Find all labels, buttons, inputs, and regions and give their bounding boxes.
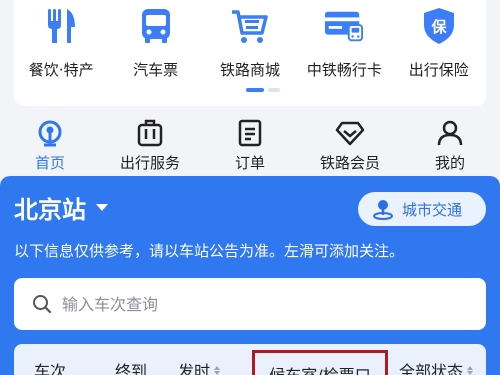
city-transport-label: 城市交通 (402, 200, 463, 219)
col-gate: 候车室/检票口 (252, 350, 388, 375)
sort-icon (467, 365, 474, 375)
services-card: 餐饮·特产 汽车票 铁路商城 中铁畅行卡 保 出行保险 (14, 0, 486, 106)
service-bus[interactable]: 汽车票 (108, 6, 202, 80)
col-gate-label: 候车室/检票口 (269, 362, 370, 375)
status-filter[interactable]: 全部状态 (399, 344, 474, 375)
service-food[interactable]: 餐饮·特产 (14, 6, 108, 80)
user-icon (434, 118, 466, 148)
col-train-label: 车次 (34, 362, 67, 375)
station-name: 北京站 (14, 196, 86, 224)
table-header: 车次 终到 发时 候车室/检票口 全部状态 (14, 344, 486, 375)
rail-card-icon (324, 6, 364, 46)
caret-down-icon (96, 204, 108, 211)
railway-home-icon (34, 118, 66, 148)
service-label: 中铁畅行卡 (306, 61, 382, 79)
search-icon (32, 294, 52, 314)
col-depart[interactable]: 发时 (178, 344, 221, 375)
nav-home[interactable]: 首页 (0, 114, 100, 176)
service-label: 出行保险 (408, 61, 469, 79)
indicator-dot-active (246, 88, 264, 92)
nav-label: 我的 (434, 154, 465, 172)
nav-label: 首页 (34, 154, 65, 172)
briefcase-icon (134, 118, 166, 148)
nav-label: 出行服务 (119, 154, 180, 172)
notice-text: 以下信息仅供参考，请以车站公告为准。左滑可添加关注。 (14, 242, 405, 260)
nav-label: 铁路会员 (319, 154, 380, 172)
nav-orders[interactable]: 订单 (200, 114, 300, 176)
shopping-cart-icon (230, 6, 270, 46)
main-nav: 首页 出行服务 订单 铁路会员 我的 (0, 114, 500, 176)
service-insurance[interactable]: 保 出行保险 (392, 6, 486, 80)
nav-mine[interactable]: 我的 (400, 114, 500, 176)
status-filter-label: 全部状态 (399, 362, 464, 375)
station-panel: 北京站 城市交通 以下信息仅供参考，请以车站公告为准。左滑可添加关注。 车次 终… (0, 176, 500, 375)
col-destination: 终到 (115, 344, 147, 375)
diamond-icon (334, 118, 366, 148)
service-label: 铁路商城 (219, 61, 280, 79)
fork-knife-icon (41, 6, 81, 46)
nav-travel[interactable]: 出行服务 (100, 114, 200, 176)
col-depart-label: 发时 (178, 362, 211, 375)
nav-label: 订单 (234, 154, 265, 172)
location-pin-icon (372, 198, 394, 220)
col-train: 车次 (34, 344, 66, 375)
col-destination-label: 终到 (115, 362, 148, 375)
station-selector[interactable]: 北京站 (14, 190, 108, 225)
service-label: 餐饮·特产 (28, 61, 94, 79)
svg-text:保: 保 (430, 18, 447, 36)
city-transport-button[interactable]: 城市交通 (358, 192, 486, 226)
train-search-input[interactable] (62, 294, 442, 314)
service-mall[interactable]: 铁路商城 (203, 6, 297, 80)
nav-member[interactable]: 铁路会员 (300, 114, 400, 176)
indicator-dot (268, 88, 280, 92)
services-row: 餐饮·特产 汽车票 铁路商城 中铁畅行卡 保 出行保险 (14, 6, 486, 80)
carousel-indicator (246, 88, 280, 92)
train-search[interactable] (14, 278, 486, 330)
insurance-shield-icon: 保 (419, 6, 459, 46)
service-label: 汽车票 (133, 61, 179, 79)
sort-icon (214, 365, 221, 375)
order-list-icon (234, 118, 266, 148)
bus-icon (136, 6, 176, 46)
service-railcard[interactable]: 中铁畅行卡 (297, 6, 391, 80)
